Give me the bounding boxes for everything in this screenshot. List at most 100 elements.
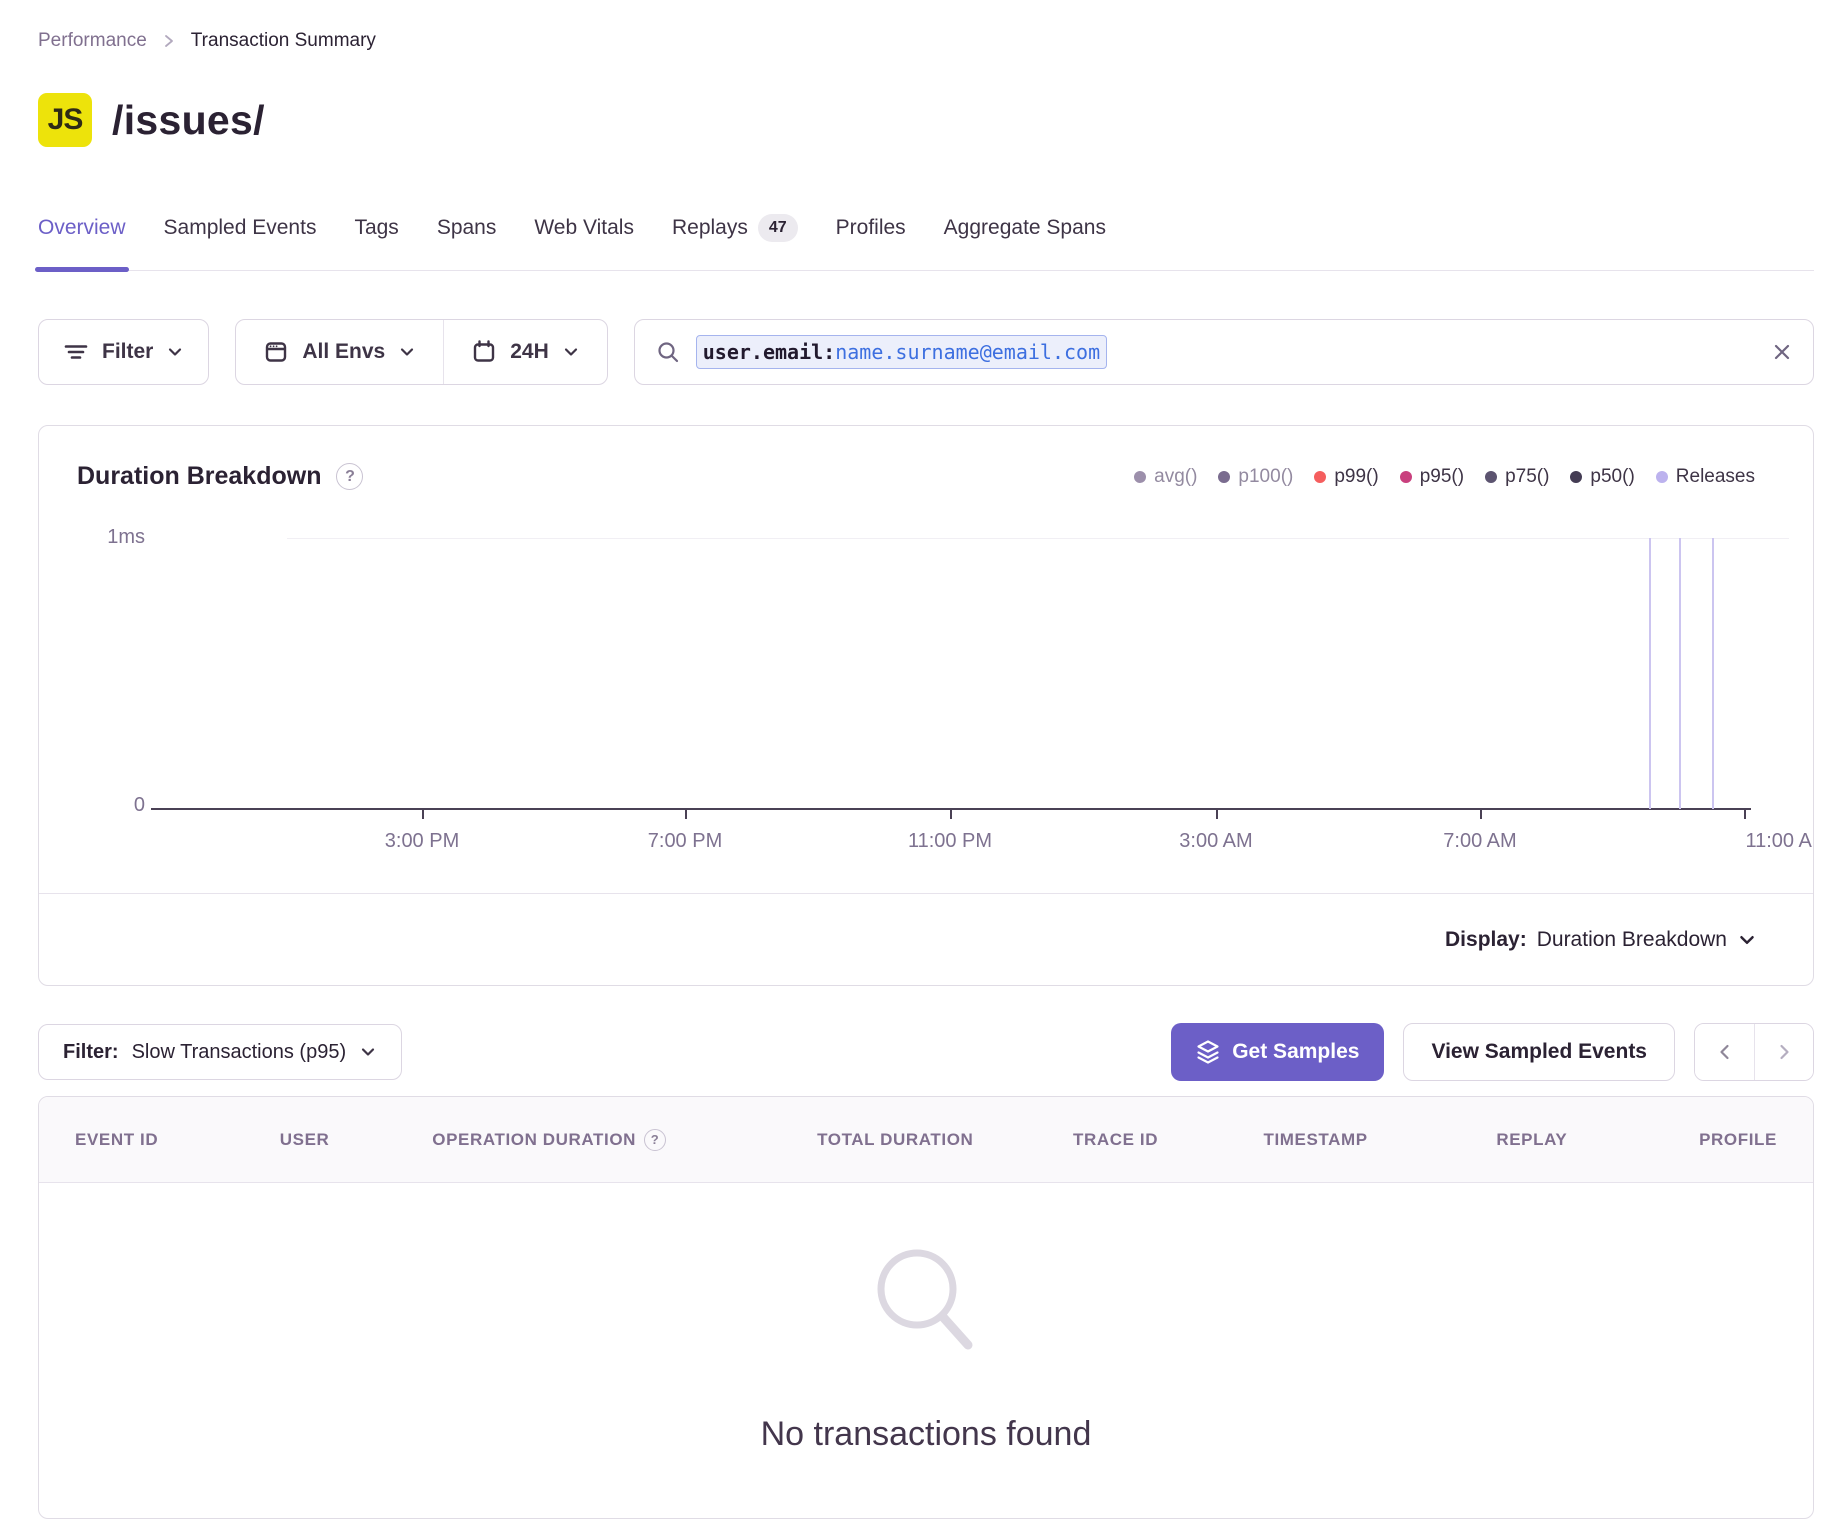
y-axis-label-top: 1ms	[79, 526, 145, 549]
breadcrumb-current: Transaction Summary	[191, 30, 376, 52]
transaction-filter-selector[interactable]: Filter: Slow Transactions (p95)	[38, 1024, 402, 1080]
tab-label: Replays	[672, 216, 748, 240]
release-marker	[1712, 538, 1714, 809]
breadcrumb: Performance Transaction Summary	[38, 30, 1814, 52]
date-range-label: 24H	[510, 340, 549, 364]
duration-breakdown-panel: Duration Breakdown ? avg()p100()p99()p95…	[38, 425, 1814, 986]
tab-count-badge: 47	[758, 214, 798, 242]
tab-label: Spans	[437, 216, 497, 240]
x-axis-tick	[1744, 810, 1746, 819]
column-header-trace-id: TRACE ID	[973, 1130, 1158, 1150]
column-header-label: TOTAL DURATION	[817, 1130, 973, 1150]
tab-overview[interactable]: Overview	[38, 214, 126, 270]
release-marker	[1649, 538, 1651, 809]
column-header-label: TIMESTAMP	[1263, 1130, 1367, 1150]
search-input[interactable]: user.email:name.surname@email.com	[634, 319, 1814, 385]
env-date-group: All Envs 24H	[235, 319, 607, 385]
samples-toolbar: Filter: Slow Transactions (p95) Get Samp…	[38, 1022, 1814, 1082]
search-token-key: user.email:	[703, 340, 835, 364]
magnifier-icon	[865, 1241, 987, 1363]
tab-label: Profiles	[836, 216, 906, 240]
y-axis-label-zero: 0	[79, 794, 145, 817]
chevron-down-icon	[1737, 930, 1757, 950]
tab-label: Tags	[354, 216, 398, 240]
column-header-event-id: EVENT ID	[75, 1130, 225, 1150]
chevron-down-icon	[562, 343, 580, 361]
view-sampled-events-button[interactable]: View Sampled Events	[1403, 1023, 1675, 1081]
display-value: Duration Breakdown	[1537, 928, 1727, 952]
x-axis-tick-label: 3:00 AM	[1179, 830, 1252, 853]
tab-sampled-events[interactable]: Sampled Events	[164, 214, 317, 270]
x-axis-tick	[950, 810, 952, 819]
column-header-label: TRACE ID	[1073, 1130, 1158, 1150]
tab-label: Overview	[38, 216, 126, 240]
get-samples-label: Get Samples	[1232, 1040, 1359, 1064]
column-header-label: USER	[280, 1130, 330, 1150]
filter-lines-icon	[63, 340, 89, 364]
column-header-label: EVENT ID	[75, 1130, 158, 1150]
display-label: Display:	[1445, 928, 1527, 952]
column-header-label: OPERATION DURATION	[432, 1130, 636, 1150]
tab-aggregate-spans[interactable]: Aggregate Spans	[944, 214, 1106, 270]
x-axis-tick	[1216, 810, 1218, 819]
filter-bar: Filter All Envs 24H	[38, 319, 1814, 385]
x-axis-tick	[1480, 810, 1482, 819]
x-axis-tick-label: 7:00 PM	[648, 830, 722, 853]
release-marker	[1679, 538, 1681, 809]
get-samples-button[interactable]: Get Samples	[1171, 1023, 1384, 1081]
table-header-row: EVENT ID USER OPERATION DURATION? TOTAL DUR…	[39, 1097, 1813, 1183]
column-header-operation-duration: OPERATION DURATION?	[384, 1129, 713, 1151]
window-icon	[263, 339, 289, 365]
page-header: JS /issues/	[38, 92, 1814, 148]
display-selector[interactable]: Display: Duration Breakdown	[1445, 894, 1757, 986]
column-header-replay: REPLAY	[1368, 1130, 1568, 1150]
javascript-platform-icon: JS	[38, 93, 92, 147]
column-header-user: USER	[225, 1130, 385, 1150]
chevron-down-icon	[359, 1043, 377, 1061]
search-query-token[interactable]: user.email:name.surname@email.com	[696, 335, 1107, 369]
breadcrumb-chevron-icon	[161, 32, 177, 50]
help-icon[interactable]: ?	[644, 1129, 666, 1151]
transaction-filter-value: Slow Transactions (p95)	[132, 1041, 347, 1064]
tab-profiles[interactable]: Profiles	[836, 214, 906, 270]
environment-selector[interactable]: All Envs	[236, 320, 443, 384]
next-page-button[interactable]	[1754, 1024, 1813, 1080]
filter-button[interactable]: Filter	[38, 319, 209, 385]
transaction-filter-label: Filter:	[63, 1041, 119, 1064]
filter-button-label: Filter	[102, 340, 153, 364]
previous-page-button[interactable]	[1695, 1024, 1754, 1080]
tab-label: Aggregate Spans	[944, 216, 1106, 240]
x-axis-tick	[685, 810, 687, 819]
tab-label: Sampled Events	[164, 216, 317, 240]
x-axis-tick-label: 11:00 AM	[1745, 830, 1814, 853]
close-icon	[1771, 341, 1793, 363]
x-axis-tick-label: 7:00 AM	[1443, 830, 1516, 853]
tab-label: Web Vitals	[534, 216, 634, 240]
column-header-timestamp: TIMESTAMP	[1158, 1130, 1368, 1150]
search-token-value: name.surname@email.com	[835, 340, 1100, 364]
chevron-down-icon	[398, 343, 416, 361]
transaction-summary-page: Performance Transaction Summary JS /issu…	[0, 0, 1834, 1519]
tab-web-vitals[interactable]: Web Vitals	[534, 214, 634, 270]
gridline	[287, 538, 1789, 539]
tab-spans[interactable]: Spans	[437, 214, 497, 270]
column-header-label: PROFILE	[1699, 1130, 1777, 1150]
search-icon	[655, 339, 681, 365]
pagination	[1694, 1023, 1814, 1081]
chevron-left-icon	[1715, 1042, 1735, 1062]
tab-tags[interactable]: Tags	[354, 214, 398, 270]
view-sampled-events-label: View Sampled Events	[1431, 1040, 1647, 1064]
x-axis-tick	[422, 810, 424, 819]
tab-bar: Overview Sampled Events Tags Spans Web Vital…	[38, 214, 1814, 271]
date-range-selector[interactable]: 24H	[443, 320, 607, 384]
clear-search-button[interactable]	[1771, 341, 1793, 363]
chevron-right-icon	[1774, 1042, 1794, 1062]
empty-state-message: No transactions found	[761, 1415, 1092, 1454]
page-title: /issues/	[112, 97, 265, 144]
tab-replays[interactable]: Replays 47	[672, 214, 798, 270]
layers-icon	[1196, 1039, 1220, 1065]
breadcrumb-performance[interactable]: Performance	[38, 30, 147, 52]
x-axis-tick-label: 11:00 PM	[908, 830, 992, 853]
environment-label: All Envs	[302, 340, 385, 364]
chevron-down-icon	[166, 343, 184, 361]
